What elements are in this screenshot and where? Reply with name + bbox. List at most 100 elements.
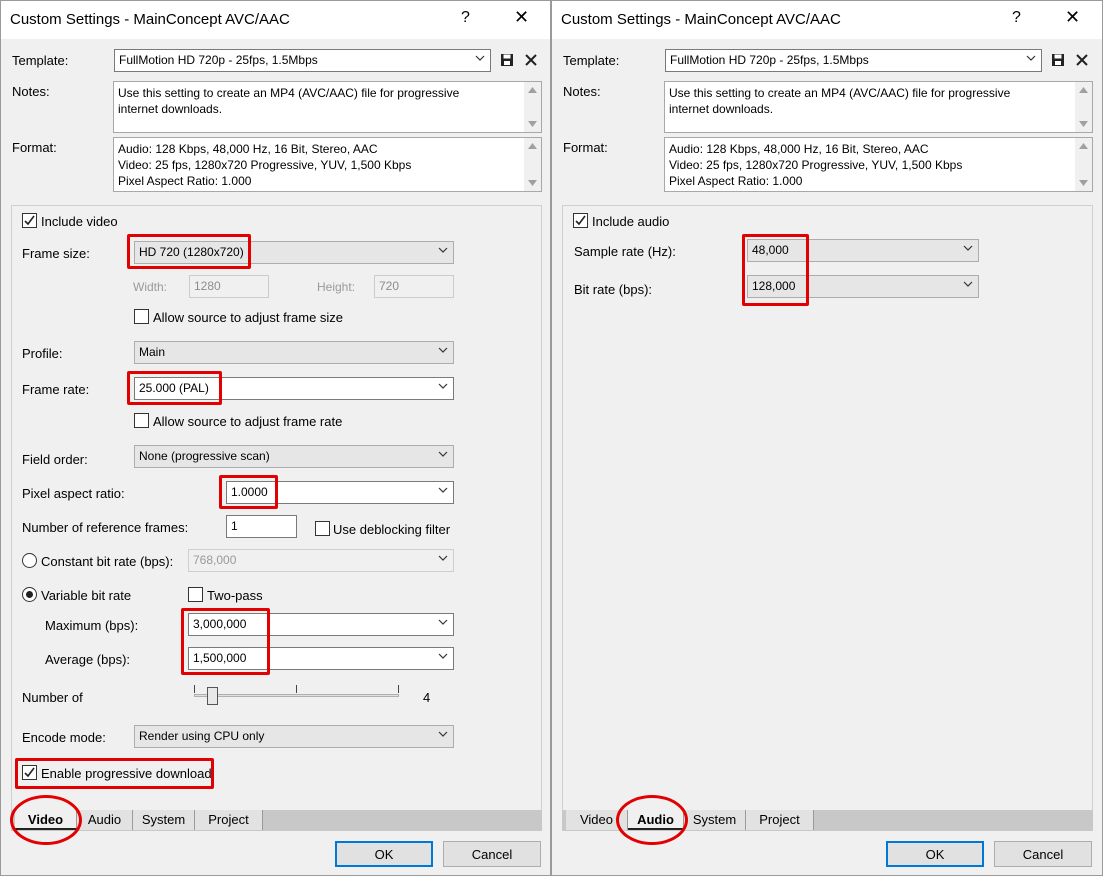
height-input[interactable]: 720 [374,275,454,298]
frame-rate-label: Frame rate: [22,382,90,397]
sample-rate-combo[interactable]: 48,000 [747,239,979,262]
cancel-button[interactable]: Cancel [443,841,541,867]
cancel-button[interactable]: Cancel [994,841,1092,867]
title-bar: Custom Settings - MainConcept AVC/AAC ? … [1,1,550,39]
format-line: Pixel Aspect Ratio: 1.000 [118,174,252,188]
template-combo[interactable]: FullMotion HD 720p - 25fps, 1.5Mbps [665,49,1042,72]
scrollbar[interactable] [1075,138,1092,191]
scrollbar[interactable] [1075,82,1092,132]
scroll-down-icon[interactable] [1079,121,1088,127]
notes-line: internet downloads. [669,102,774,116]
dropdown-arrow-icon [438,651,448,661]
cbr-combo[interactable]: 768,000 [188,549,454,572]
frame-size-value: HD 720 (1280x720) [139,245,244,259]
include-audio-checkbox[interactable] [573,213,588,228]
bit-rate-value: 128,000 [752,279,796,293]
title-bar: Custom Settings - MainConcept AVC/AAC ? … [552,1,1102,39]
tab-video[interactable]: Video [566,810,628,830]
cbr-radio[interactable] [22,553,37,568]
scroll-down-icon[interactable] [528,121,537,127]
scroll-down-icon[interactable] [1079,180,1088,186]
field-order-combo[interactable]: None (progressive scan) [134,445,454,468]
height-label: Height: [317,280,356,294]
pixel-aspect-ratio-label: Pixel aspect ratio: [22,486,125,501]
dropdown-arrow-icon [438,729,448,739]
format-textbox: Audio: 128 Kbps, 48,000 Hz, 16 Bit, Ster… [664,137,1093,192]
allow-frame-rate-checkbox[interactable] [134,413,149,428]
notes-line: internet downloads. [118,102,223,116]
notes-textbox[interactable]: Use this setting to create an MP4 (AVC/A… [664,81,1093,133]
dialog-title: Custom Settings - MainConcept AVC/AAC [561,11,841,28]
template-value: FullMotion HD 720p - 25fps, 1.5Mbps [670,53,869,67]
tab-system[interactable]: System [684,810,746,830]
notes-textbox[interactable]: Use this setting to create an MP4 (AVC/A… [113,81,542,133]
tab-project[interactable]: Project [746,810,814,830]
progressive-download-checkbox[interactable] [22,765,37,780]
pixel-aspect-ratio-combo[interactable]: 1.0000 [226,481,454,504]
frame-size-combo[interactable]: HD 720 (1280x720) [134,241,454,264]
scrollbar[interactable] [524,138,541,191]
slider-value: 4 [423,690,431,705]
scroll-down-icon[interactable] [528,180,537,186]
deblocking-checkbox[interactable] [315,521,330,536]
help-icon[interactable]: ? [461,9,470,27]
save-icon[interactable] [1051,53,1065,67]
slider-tick [194,685,195,693]
tab-audio[interactable]: Audio [628,810,684,830]
save-icon[interactable] [500,53,514,67]
maximum-bps-combo[interactable]: 3,000,000 [188,613,454,636]
dialog-title: Custom Settings - MainConcept AVC/AAC [10,11,290,28]
tab-audio[interactable]: Audio [77,810,133,830]
template-combo[interactable]: FullMotion HD 720p - 25fps, 1.5Mbps [114,49,491,72]
ok-button[interactable]: OK [335,841,433,867]
tab-system[interactable]: System [133,810,195,830]
two-pass-checkbox[interactable] [188,587,203,602]
dropdown-arrow-icon [438,485,448,495]
cbr-label: Constant bit rate (bps): [41,554,174,569]
profile-combo[interactable]: Main [134,341,454,364]
close-icon[interactable]: ✕ [1065,7,1080,28]
format-line: Video: 25 fps, 1280x720 Progressive, YUV… [118,158,412,172]
help-icon[interactable]: ? [1012,9,1021,27]
allow-frame-rate-label: Allow source to adjust frame rate [153,414,343,429]
scroll-up-icon[interactable] [1079,143,1088,149]
sample-rate-value: 48,000 [752,243,789,257]
format-line: Pixel Aspect Ratio: 1.000 [669,174,803,188]
scroll-up-icon[interactable] [528,143,537,149]
slider-track[interactable] [194,694,399,697]
allow-frame-size-checkbox[interactable] [134,309,149,324]
delete-icon[interactable] [524,53,538,67]
slider-tick [398,685,399,693]
reference-frames-input[interactable]: 1 [226,515,297,538]
vbr-label: Variable bit rate [41,588,132,603]
frame-rate-combo[interactable]: 25.000 (PAL) [134,377,454,400]
ok-button[interactable]: OK [886,841,984,867]
average-bps-combo[interactable]: 1,500,000 [188,647,454,670]
format-line: Audio: 128 Kbps, 48,000 Hz, 16 Bit, Ster… [669,142,929,156]
tab-project[interactable]: Project [195,810,263,830]
vbr-radio[interactable] [22,587,37,602]
slider-thumb[interactable] [207,687,218,705]
encode-mode-combo[interactable]: Render using CPU only [134,725,454,748]
bit-rate-combo[interactable]: 128,000 [747,275,979,298]
dropdown-arrow-icon [963,243,973,253]
include-video-checkbox[interactable] [22,213,37,228]
template-value: FullMotion HD 720p - 25fps, 1.5Mbps [119,53,318,67]
format-textbox: Audio: 128 Kbps, 48,000 Hz, 16 Bit, Ster… [113,137,542,192]
close-icon[interactable]: ✕ [514,7,529,28]
allow-frame-size-label: Allow source to adjust frame size [153,310,344,325]
dropdown-arrow-icon [438,553,448,563]
checkmark-icon [575,215,586,226]
scrollbar[interactable] [524,82,541,132]
tab-bar: Video Audio System Project [11,810,542,831]
width-input[interactable]: 1280 [189,275,269,298]
scroll-up-icon[interactable] [528,87,537,93]
scroll-up-icon[interactable] [1079,87,1088,93]
delete-icon[interactable] [1075,53,1089,67]
tab-video[interactable]: Video [15,810,77,830]
video-settings-dialog: Custom Settings - MainConcept AVC/AAC ? … [0,0,551,876]
format-line: Video: 25 fps, 1280x720 Progressive, YUV… [669,158,963,172]
dropdown-arrow-icon [438,345,448,355]
maximum-bps-value: 3,000,000 [193,617,247,631]
tab-bar: Video Audio System Project [562,810,1093,831]
